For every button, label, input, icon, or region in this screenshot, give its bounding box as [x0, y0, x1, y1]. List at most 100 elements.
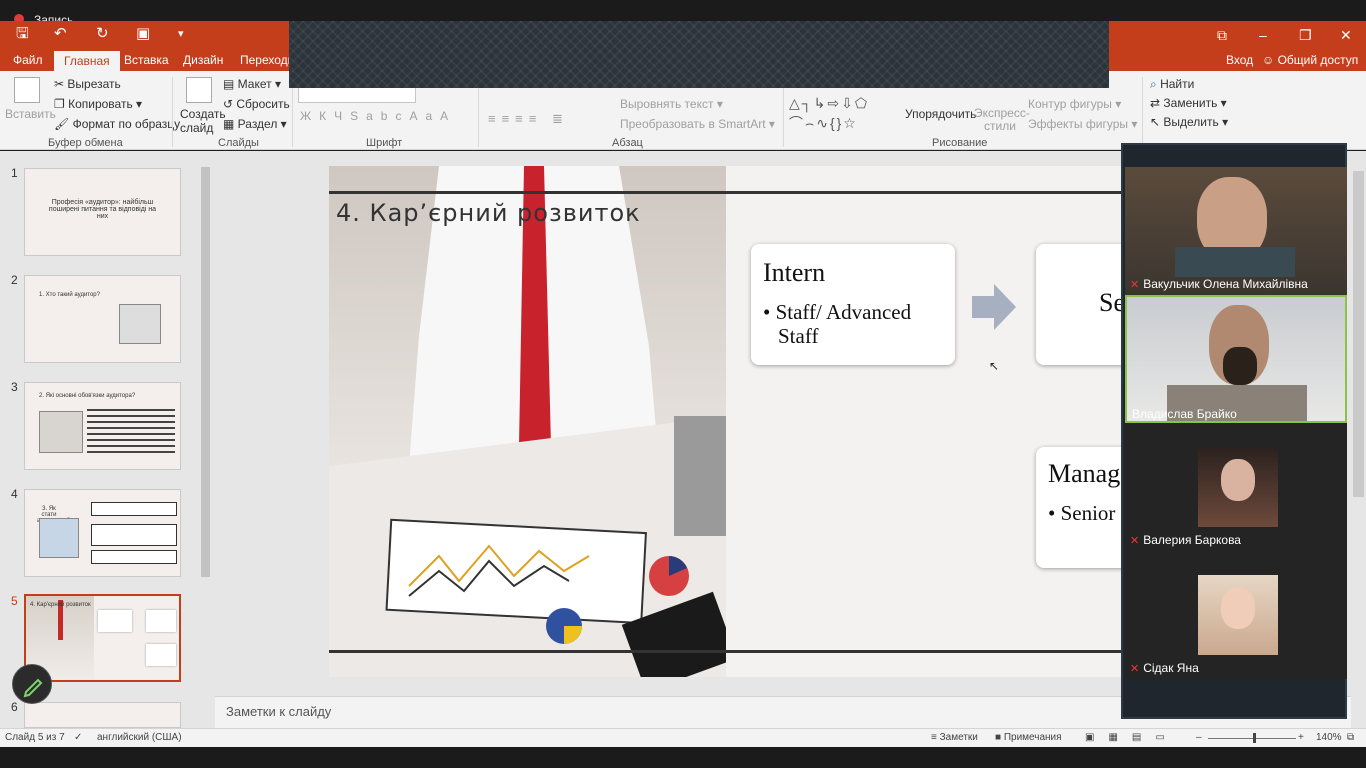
thumbnail-box	[91, 550, 177, 564]
underline-button[interactable]: Ч	[334, 109, 350, 123]
spellcheck-icon[interactable]: ✓	[74, 732, 82, 743]
notes-toggle[interactable]: ≡ Заметки	[931, 732, 978, 743]
slide-thumbnail-3[interactable]: 2. Які основні обов'язки аудитора?	[24, 382, 181, 470]
slide-thumbnail-4[interactable]: 3. Як стати аудитором?	[24, 489, 181, 577]
scroll-thumb[interactable]	[1353, 171, 1364, 497]
comments-label: Примечания	[1003, 732, 1062, 743]
taskbar-strip	[0, 747, 1366, 768]
present-icon[interactable]: ▣	[136, 26, 150, 41]
view-buttons[interactable]: ▣▦▤▭	[1085, 732, 1179, 743]
minimize-icon[interactable]: –	[1259, 27, 1267, 43]
shape-effects-button[interactable]: Эффекты фигуры ▾	[1028, 117, 1137, 131]
zoom-level[interactable]: 140%	[1316, 732, 1342, 743]
editor-scrollbar[interactable]	[1351, 151, 1366, 728]
career-box-manager[interactable]: Manag • Senior	[1036, 447, 1123, 568]
zoom-out-icon[interactable]: –	[1196, 732, 1202, 743]
section-button[interactable]: ▦ Раздел ▾	[223, 117, 287, 131]
select-button[interactable]: ↖ Выделить ▾	[1150, 115, 1228, 129]
tab-insert[interactable]: Вставка	[124, 53, 169, 67]
italic-button[interactable]: К	[319, 109, 334, 123]
slide-counter: Слайд 5 из 7	[5, 732, 65, 743]
new-slide-button[interactable]: Создать слайд	[180, 107, 226, 135]
signin-link[interactable]: Вход	[1226, 53, 1253, 67]
font-format-buttons[interactable]: ЖКЧSabcAaA	[300, 109, 456, 123]
reset-button[interactable]: ↺ Сбросить	[223, 97, 290, 111]
save-icon[interactable]: 🖫	[16, 26, 29, 41]
paste-button[interactable]: Вставить	[5, 107, 56, 121]
current-slide[interactable]: 4. Кар’єрний розвиток Intern • Staff/ Ad…	[329, 166, 1123, 677]
divider	[1142, 77, 1143, 147]
case-button[interactable]: Aa	[409, 109, 440, 123]
select-label: Выделить	[1163, 115, 1219, 129]
participant-video-2[interactable]: Владислав Брайко	[1125, 295, 1347, 423]
find-button[interactable]: ⌕ Найти	[1150, 77, 1194, 92]
replace-button[interactable]: ⇄ Заменить ▾	[1150, 96, 1227, 110]
zoom-in-icon[interactable]: +	[1298, 732, 1304, 743]
align-text-button[interactable]: Выровнять текст ▾	[620, 97, 723, 111]
slide-thumbnail-6[interactable]	[24, 702, 181, 728]
tab-home[interactable]: Главная	[54, 51, 120, 71]
thumbnails-scrollbar[interactable]	[199, 151, 212, 728]
slide-thumbnail-1[interactable]: Професія «аудитор»: найбільш поширені пи…	[24, 168, 181, 256]
group-paragraph: Абзац	[612, 137, 643, 149]
box-heading: Manag	[1048, 459, 1121, 488]
strike-button[interactable]: S	[350, 109, 366, 123]
fit-slide-icon[interactable]: ⧉	[1347, 732, 1354, 743]
participant-face	[1221, 587, 1255, 629]
tab-transitions[interactable]: Переходь	[240, 53, 294, 67]
tab-file[interactable]: Файл	[13, 53, 43, 67]
arrow-right-icon	[972, 284, 1016, 330]
career-box-intern[interactable]: Intern • Staff/ Advanced Staff	[751, 244, 955, 365]
align-icons[interactable]: ≡≡≡≡ ≣	[488, 111, 569, 127]
slide-thumbnail-2[interactable]: 1. Хто такий аудитор?	[24, 275, 181, 363]
close-icon[interactable]: ✕	[1340, 27, 1352, 44]
shape-outline-button[interactable]: Контур фигуры ▾	[1028, 97, 1121, 111]
participant-video-1[interactable]: ✕ Вакульчик Олена Михайлівна	[1125, 167, 1347, 295]
participant-face	[1221, 459, 1255, 501]
smartart-label: Преобразовать в SmartArt	[620, 117, 766, 131]
career-box-senior[interactable]: Se	[1036, 244, 1123, 365]
paste-icon[interactable]	[14, 77, 40, 103]
zoom-slider-thumb[interactable]	[1253, 733, 1256, 743]
comments-toggle[interactable]: ■ Примечания	[995, 732, 1062, 743]
font-size-select[interactable]	[298, 87, 416, 103]
participant-video-4[interactable]: ✕ Сідак Яна	[1125, 551, 1347, 679]
new-slide-icon[interactable]	[186, 77, 212, 103]
shapes-gallery[interactable]: △┐↳⇨⇩⬠	[789, 95, 869, 112]
layout-button[interactable]: ▤ Макет ▾	[223, 77, 281, 91]
participant-video-3[interactable]: ✕ Валерия Баркова	[1125, 423, 1347, 551]
layout-label: Макет	[237, 77, 272, 91]
maximize-icon[interactable]: ❐	[1299, 27, 1312, 44]
video-participants-panel: ✕ Вакульчик Олена Михайлівна Владислав Бр…	[1121, 143, 1347, 719]
shapes-gallery-row2[interactable]: ⌒⌢∿{}☆	[789, 113, 858, 133]
quick-styles-button[interactable]: Экспресс-стили	[974, 107, 1030, 133]
font-color-button[interactable]: A	[440, 109, 456, 123]
annotation-pen-button[interactable]	[12, 664, 52, 704]
arrange-button[interactable]: Упорядочить	[905, 107, 976, 121]
restore-icon[interactable]: ⧉	[1217, 27, 1227, 44]
participant-name: Валерия Баркова	[1143, 533, 1241, 547]
mic-muted-icon: ✕	[1130, 663, 1140, 675]
redo-icon[interactable]: ↻	[96, 26, 109, 41]
reset-icon: ↺	[223, 97, 237, 111]
bold-button[interactable]: Ж	[300, 109, 319, 123]
customize-icon[interactable]: ▾	[178, 27, 184, 41]
language-indicator[interactable]: английский (США)	[97, 732, 182, 743]
cursor-icon: ↖	[1150, 115, 1164, 129]
cut-button[interactable]: ✂ Вырезать	[54, 77, 121, 91]
thumbnail-text: 4. Кар'єрний розвиток	[30, 602, 91, 608]
zoom-slider[interactable]	[1208, 738, 1296, 739]
notes-placeholder[interactable]: Заметки к слайду	[226, 704, 331, 719]
tab-design[interactable]: Дизайн	[183, 53, 223, 67]
slide-title[interactable]: 4. Кар’єрний розвиток	[336, 199, 641, 227]
smartart-button[interactable]: Преобразовать в SmartArt ▾	[620, 117, 775, 131]
undo-icon[interactable]: ↶	[54, 26, 67, 41]
scroll-thumb[interactable]	[201, 167, 210, 577]
mouse-cursor-icon: ↖	[989, 359, 1000, 373]
copy-button[interactable]: ❐ Копировать ▾	[54, 97, 142, 111]
share-button[interactable]: ☺ Общий доступ	[1262, 53, 1358, 67]
bottom-rule	[329, 650, 1123, 653]
format-painter-button[interactable]: 🖌 Формат по образцу	[54, 117, 180, 131]
spacing-button[interactable]: abc	[366, 109, 409, 123]
share-label: Общий доступ	[1277, 53, 1359, 67]
